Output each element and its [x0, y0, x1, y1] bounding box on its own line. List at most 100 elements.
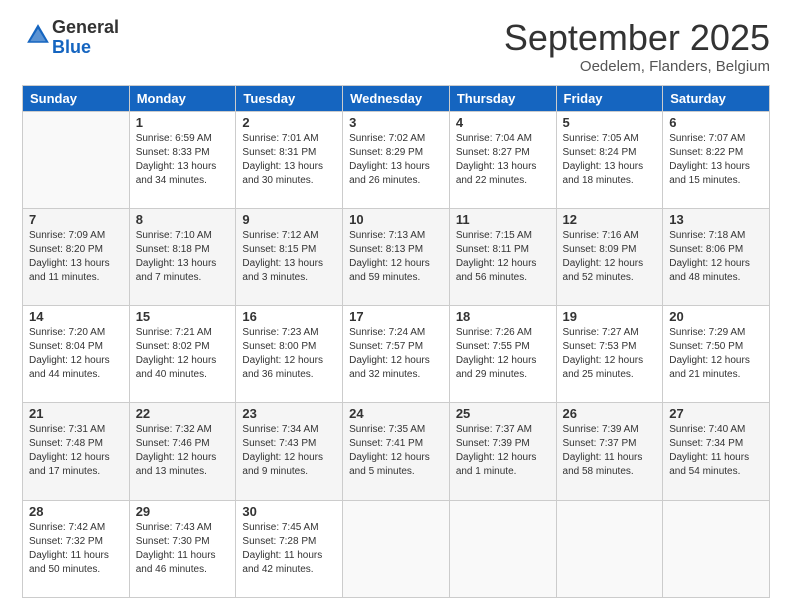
- day-info: Sunrise: 7:24 AMSunset: 7:57 PMDaylight:…: [349, 326, 443, 382]
- day-number: 2: [242, 115, 336, 130]
- day-info: Sunrise: 7:43 AMSunset: 7:30 PMDaylight:…: [136, 521, 230, 577]
- table-row: 24 Sunrise: 7:35 AMSunset: 7:41 PMDayligh…: [343, 403, 450, 500]
- day-info: Sunrise: 7:18 AMSunset: 8:06 PMDaylight:…: [669, 229, 763, 285]
- header-monday: Monday: [129, 85, 236, 111]
- table-row: 20Sunrise: 7:29 AMSunset: 7:50 PMDayligh…: [663, 306, 770, 403]
- day-info: Sunrise: 7:35 AMSunset: 7:41 PMDaylight:…: [349, 423, 443, 479]
- table-row: 18 Sunrise: 7:26 AMSunset: 7:55 PMDayligh…: [449, 306, 556, 403]
- table-row: 2Sunrise: 7:01 AMSunset: 8:31 PMDaylight…: [236, 111, 343, 208]
- day-info: Sunrise: 7:40 AMSunset: 7:34 PMDaylight:…: [669, 423, 763, 479]
- logo-icon: [24, 21, 52, 49]
- table-row: 22 Sunrise: 7:32 AMSunset: 7:46 PMDayligh…: [129, 403, 236, 500]
- table-row: 4 Sunrise: 7:04 AMSunset: 8:27 PMDaylight…: [449, 111, 556, 208]
- day-number: 19: [563, 309, 657, 324]
- header-tuesday: Tuesday: [236, 85, 343, 111]
- day-number: 13: [669, 212, 763, 227]
- day-info: Sunrise: 7:10 AMSunset: 8:18 PMDaylight:…: [136, 229, 230, 285]
- day-number: 21: [29, 406, 123, 421]
- day-number: 24: [349, 406, 443, 421]
- table-row: 26 Sunrise: 7:39 AMSunset: 7:37 PMDayligh…: [556, 403, 663, 500]
- table-row: 7 Sunrise: 7:09 AMSunset: 8:20 PMDaylight…: [23, 208, 130, 305]
- day-info: Sunrise: 7:29 AMSunset: 7:50 PMDaylight:…: [669, 326, 763, 382]
- table-row: 17Sunrise: 7:24 AMSunset: 7:57 PMDayligh…: [343, 306, 450, 403]
- day-info: Sunrise: 7:39 AMSunset: 7:37 PMDaylight:…: [563, 423, 657, 479]
- table-row: 16 Sunrise: 7:23 AMSunset: 8:00 PMDayligh…: [236, 306, 343, 403]
- logo-blue-text: Blue: [52, 37, 91, 57]
- day-info: Sunrise: 7:12 AMSunset: 8:15 PMDaylight:…: [242, 229, 336, 285]
- day-info: Sunrise: 7:13 AMSunset: 8:13 PMDaylight:…: [349, 229, 443, 285]
- table-row: 5Sunrise: 7:05 AMSunset: 8:24 PMDaylight…: [556, 111, 663, 208]
- day-number: 22: [136, 406, 230, 421]
- table-row: 25Sunrise: 7:37 AMSunset: 7:39 PMDayligh…: [449, 403, 556, 500]
- table-row: [449, 500, 556, 597]
- table-row: [343, 500, 450, 597]
- day-number: 8: [136, 212, 230, 227]
- day-number: 7: [29, 212, 123, 227]
- table-row: 1 Sunrise: 6:59 AMSunset: 8:33 PMDaylight…: [129, 111, 236, 208]
- header-sunday: Sunday: [23, 85, 130, 111]
- logo-general-text: General: [52, 17, 119, 37]
- day-number: 26: [563, 406, 657, 421]
- page-header: General Blue September 2025 Oedelem, Fla…: [22, 18, 770, 75]
- day-number: 16: [242, 309, 336, 324]
- day-info: Sunrise: 7:04 AMSunset: 8:27 PMDaylight:…: [456, 132, 550, 188]
- table-row: 21 Sunrise: 7:31 AMSunset: 7:48 PMDayligh…: [23, 403, 130, 500]
- title-block: September 2025 Oedelem, Flanders, Belgiu…: [504, 18, 770, 75]
- day-info: Sunrise: 7:32 AMSunset: 7:46 PMDaylight:…: [136, 423, 230, 479]
- day-number: 18: [456, 309, 550, 324]
- day-info: Sunrise: 7:42 AMSunset: 7:32 PMDaylight:…: [29, 521, 123, 577]
- day-number: 27: [669, 406, 763, 421]
- weekday-header-row: Sunday Monday Tuesday Wednesday Thursday…: [23, 85, 770, 111]
- header-friday: Friday: [556, 85, 663, 111]
- day-info: Sunrise: 6:59 AMSunset: 8:33 PMDaylight:…: [136, 132, 230, 188]
- calendar-table: Sunday Monday Tuesday Wednesday Thursday…: [22, 85, 770, 598]
- header-saturday: Saturday: [663, 85, 770, 111]
- table-row: 29 Sunrise: 7:43 AMSunset: 7:30 PMDayligh…: [129, 500, 236, 597]
- day-number: 10: [349, 212, 443, 227]
- day-info: Sunrise: 7:02 AMSunset: 8:29 PMDaylight:…: [349, 132, 443, 188]
- calendar-week-row: 14Sunrise: 7:20 AMSunset: 8:04 PMDayligh…: [23, 306, 770, 403]
- calendar-week-row: 7 Sunrise: 7:09 AMSunset: 8:20 PMDaylight…: [23, 208, 770, 305]
- table-row: [556, 500, 663, 597]
- day-number: 23: [242, 406, 336, 421]
- day-number: 6: [669, 115, 763, 130]
- day-number: 28: [29, 504, 123, 519]
- location-subtitle: Oedelem, Flanders, Belgium: [504, 58, 770, 75]
- day-info: Sunrise: 7:21 AMSunset: 8:02 PMDaylight:…: [136, 326, 230, 382]
- day-number: 3: [349, 115, 443, 130]
- logo: General Blue: [22, 18, 119, 58]
- table-row: 19 Sunrise: 7:27 AMSunset: 7:53 PMDayligh…: [556, 306, 663, 403]
- day-number: 4: [456, 115, 550, 130]
- day-number: 30: [242, 504, 336, 519]
- day-info: Sunrise: 7:20 AMSunset: 8:04 PMDaylight:…: [29, 326, 123, 382]
- day-info: Sunrise: 7:26 AMSunset: 7:55 PMDaylight:…: [456, 326, 550, 382]
- day-info: Sunrise: 7:45 AMSunset: 7:28 PMDaylight:…: [242, 521, 336, 577]
- table-row: [663, 500, 770, 597]
- day-info: Sunrise: 7:37 AMSunset: 7:39 PMDaylight:…: [456, 423, 550, 479]
- header-thursday: Thursday: [449, 85, 556, 111]
- day-info: Sunrise: 7:05 AMSunset: 8:24 PMDaylight:…: [563, 132, 657, 188]
- day-info: Sunrise: 7:07 AMSunset: 8:22 PMDaylight:…: [669, 132, 763, 188]
- day-info: Sunrise: 7:09 AMSunset: 8:20 PMDaylight:…: [29, 229, 123, 285]
- day-info: Sunrise: 7:16 AMSunset: 8:09 PMDaylight:…: [563, 229, 657, 285]
- table-row: 23Sunrise: 7:34 AMSunset: 7:43 PMDayligh…: [236, 403, 343, 500]
- table-row: 6 Sunrise: 7:07 AMSunset: 8:22 PMDaylight…: [663, 111, 770, 208]
- day-info: Sunrise: 7:31 AMSunset: 7:48 PMDaylight:…: [29, 423, 123, 479]
- calendar-week-row: 1 Sunrise: 6:59 AMSunset: 8:33 PMDaylight…: [23, 111, 770, 208]
- day-info: Sunrise: 7:27 AMSunset: 7:53 PMDaylight:…: [563, 326, 657, 382]
- table-row: [23, 111, 130, 208]
- table-row: 27 Sunrise: 7:40 AMSunset: 7:34 PMDayligh…: [663, 403, 770, 500]
- calendar-week-row: 21 Sunrise: 7:31 AMSunset: 7:48 PMDayligh…: [23, 403, 770, 500]
- table-row: 13 Sunrise: 7:18 AMSunset: 8:06 PMDayligh…: [663, 208, 770, 305]
- table-row: 3 Sunrise: 7:02 AMSunset: 8:29 PMDaylight…: [343, 111, 450, 208]
- day-number: 9: [242, 212, 336, 227]
- table-row: 14Sunrise: 7:20 AMSunset: 8:04 PMDayligh…: [23, 306, 130, 403]
- day-info: Sunrise: 7:23 AMSunset: 8:00 PMDaylight:…: [242, 326, 336, 382]
- day-number: 1: [136, 115, 230, 130]
- table-row: 15Sunrise: 7:21 AMSunset: 8:02 PMDayligh…: [129, 306, 236, 403]
- day-number: 29: [136, 504, 230, 519]
- table-row: 30 Sunrise: 7:45 AMSunset: 7:28 PMDayligh…: [236, 500, 343, 597]
- day-number: 11: [456, 212, 550, 227]
- day-number: 12: [563, 212, 657, 227]
- day-info: Sunrise: 7:15 AMSunset: 8:11 PMDaylight:…: [456, 229, 550, 285]
